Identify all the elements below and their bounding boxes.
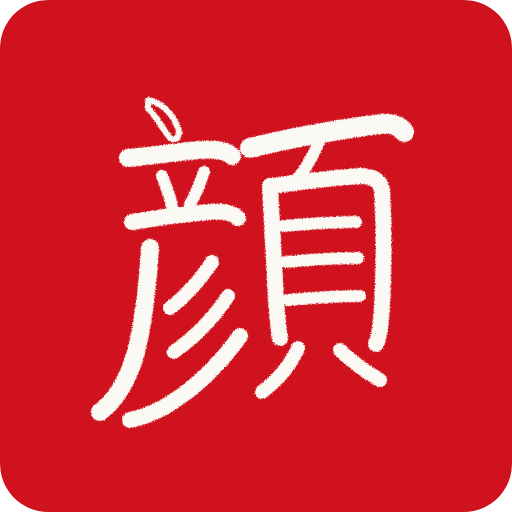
calligraphy-glyph-icon bbox=[0, 0, 512, 512]
app-icon[interactable]: 顏 bbox=[0, 0, 512, 512]
icon-background bbox=[0, 0, 512, 512]
icon-canvas: 顏 bbox=[0, 0, 512, 512]
